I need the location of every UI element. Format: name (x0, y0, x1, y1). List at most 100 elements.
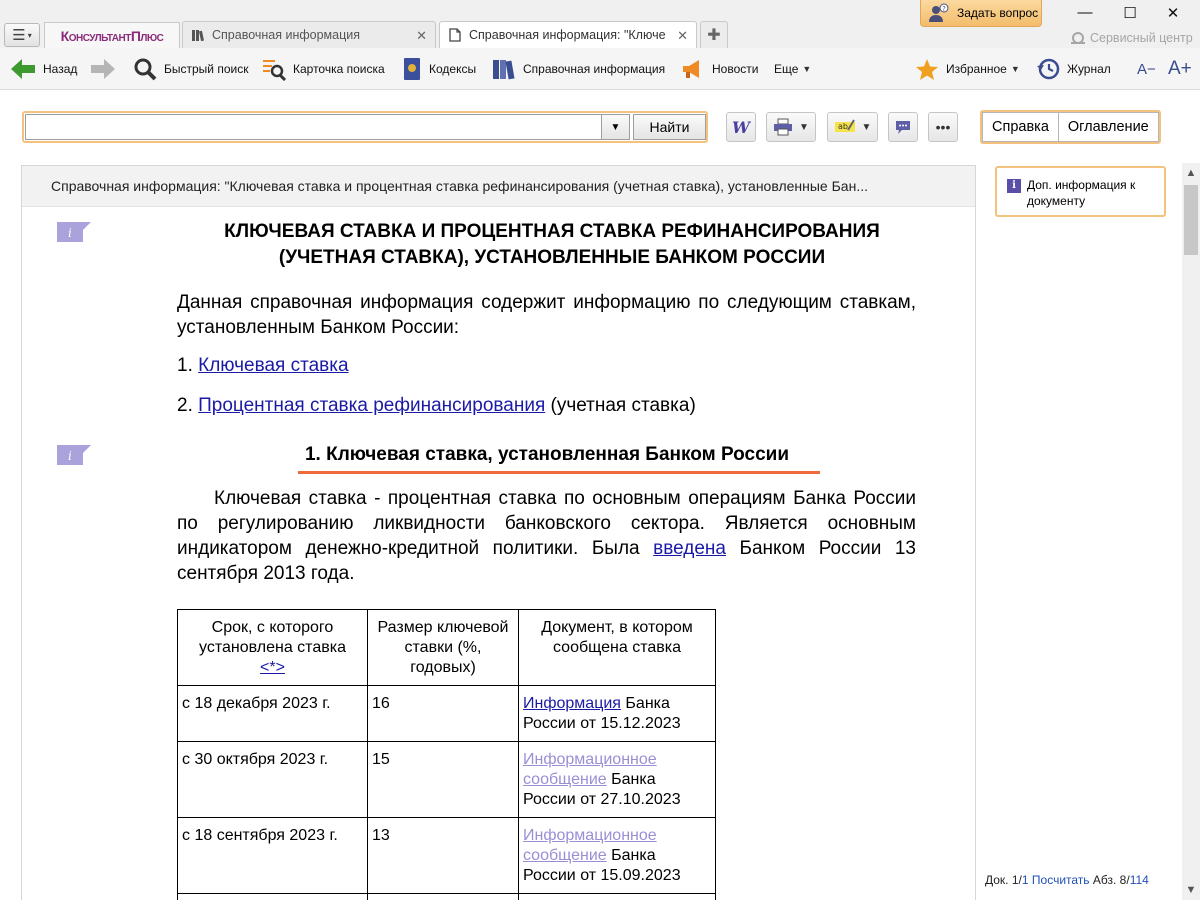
svg-text:ab: ab (838, 122, 848, 131)
document-title-line-2: (УЧЕТНАЯ СТАВКА), УСТАНОВЛЕННЫЕ БАНКОМ Р… (278, 247, 826, 268)
list-item: 2. Процентная ставка рефинансирования (у… (177, 393, 916, 418)
scroll-up-icon[interactable]: ▲ (1182, 163, 1200, 183)
list-number: 2. (177, 395, 193, 416)
list-number: 1. (177, 355, 193, 376)
search-card-label: Карточка поиска (293, 62, 385, 76)
more-label: Еще (774, 62, 799, 76)
more-actions-button[interactable]: ••• (928, 112, 958, 142)
word-icon: W (732, 119, 751, 135)
font-larger-button[interactable]: A+ (1168, 48, 1192, 90)
forward-button[interactable] (90, 48, 123, 90)
service-center-label: Сервисный центр (1090, 31, 1193, 45)
introduced-link[interactable]: введена (653, 538, 726, 559)
status-doc-total[interactable]: 1 (1022, 873, 1029, 887)
minimize-button[interactable]: — (1070, 4, 1100, 24)
tab-contents-label: Оглавление (1067, 119, 1149, 135)
back-button[interactable]: Назад (10, 48, 77, 90)
table-row: с 18 декабря 2023 г. 16 Информация Банка… (177, 685, 716, 742)
caret-down-icon: ▼ (610, 121, 621, 133)
scroll-down-icon[interactable]: ▼ (1182, 880, 1200, 900)
tab-document[interactable]: Справочная информация: "Ключевая ставка … (439, 21, 697, 48)
search-history-dropdown[interactable]: ▼ (602, 114, 630, 140)
tab-label: Справочная информация: "Ключевая ставка … (469, 28, 665, 42)
codes-button[interactable]: Кодексы (402, 48, 476, 90)
table-cell-date: с 30 октября 2023 г. (177, 741, 368, 818)
footnote-link[interactable]: <*> (260, 659, 285, 676)
document-header: Справочная информация: "Ключевая ставка … (22, 166, 975, 207)
key-rate-link[interactable]: Ключевая ставка (198, 355, 348, 376)
document-title: КЛЮЧЕВАЯ СТАВКА И ПРОЦЕНТНАЯ СТАВКА РЕФИ… (172, 219, 932, 271)
find-button[interactable]: Найти (633, 114, 706, 140)
additional-info-label: Доп. информация к документу (1027, 178, 1136, 208)
search-input[interactable] (25, 114, 602, 140)
table-cell-date: с 18 сентября 2023 г. (177, 817, 368, 894)
more-menu[interactable]: Еще ▼ (774, 48, 811, 90)
main-toolbar: Назад Быстрый поиск Карточка поиска Коде… (0, 48, 1200, 90)
key-rate-table: Срок, с которого установлена ставка <*> … (177, 609, 716, 900)
caret-down-icon: ▼ (799, 121, 809, 133)
print-button[interactable]: ▼ (766, 112, 816, 142)
tab-label: Справочная информация (212, 28, 361, 42)
quick-search-button[interactable]: Быстрый поиск (133, 48, 248, 90)
journal-button[interactable]: Журнал (1036, 48, 1111, 90)
count-link[interactable]: Посчитать (1032, 873, 1090, 887)
megaphone-icon (683, 60, 699, 78)
document-panel[interactable]: Справочная информация: "Ключевая ставка … (21, 165, 976, 900)
arrow-right-icon (91, 59, 115, 79)
table-cell-rate: 15 (367, 741, 519, 818)
main-menu-button[interactable]: ☰ ▾ (4, 23, 40, 47)
vertical-scrollbar[interactable]: ▲ ▼ (1182, 163, 1200, 900)
font-smaller-button[interactable]: A− (1137, 48, 1156, 90)
brand-tab[interactable]: КонсультантПлюс (44, 22, 180, 48)
minimize-icon: — (1077, 4, 1093, 21)
speech-bubble-icon (896, 121, 910, 134)
reference-label: Справочная информация (523, 62, 666, 76)
search-box: ▼ Найти (22, 111, 708, 143)
info-marker-icon[interactable]: i (57, 445, 91, 465)
find-label: Найти (649, 119, 690, 135)
list-item: 1. Ключевая ставка (177, 353, 916, 378)
search-card-button[interactable]: Карточка поиска (262, 48, 385, 90)
scroll-thumb[interactable] (1184, 185, 1198, 255)
table-header-row: Срок, с которого установлена ставка <*> … (177, 609, 716, 686)
status-bar: Док. 1/1 Посчитать Абз. 8/114 (985, 873, 1149, 887)
ask-question-label: Задать вопрос (957, 6, 1039, 20)
service-center-link[interactable]: Сервисный центр (1070, 31, 1193, 45)
export-word-button[interactable]: W (726, 112, 756, 142)
highlight-button[interactable]: ab ▼ (827, 112, 878, 142)
close-icon[interactable]: ✕ (677, 28, 688, 44)
back-label: Назад (43, 62, 78, 76)
status-para: Абз. 8/ (1092, 873, 1130, 887)
refinancing-rate-link[interactable]: Процентная ставка рефинансирования (198, 395, 545, 416)
tab-contents[interactable]: Оглавление (1058, 112, 1159, 142)
favorites-menu[interactable]: Избранное ▼ (915, 48, 1020, 90)
ask-question-button[interactable]: ? Задать вопрос (920, 0, 1042, 27)
header-document: Документ, в котором сообщена ставка (541, 619, 693, 656)
new-tab-button[interactable]: ✚ (700, 21, 728, 48)
additional-info-button[interactable]: i Доп. информация к документу (995, 166, 1166, 217)
close-icon[interactable]: ✕ (416, 28, 427, 44)
document-link[interactable]: Информация (523, 695, 621, 712)
tab-help[interactable]: Справка (982, 112, 1059, 142)
quick-search-label: Быстрый поиск (164, 62, 249, 76)
header-rate: Размер ключевой ставки (%, годовых) (377, 619, 509, 676)
list-item-rest: (учетная ставка) (545, 395, 696, 416)
comment-button[interactable] (888, 112, 918, 142)
maximize-button[interactable]: ☐ (1115, 4, 1145, 24)
books-icon (192, 30, 204, 42)
tab-reference[interactable]: Справочная информация ✕ (182, 21, 436, 48)
support-person-icon: ? (929, 3, 949, 22)
brand-logo: КонсультантПлюс (60, 27, 164, 44)
printer-icon (774, 118, 793, 136)
arrow-left-icon (11, 59, 35, 79)
info-marker-icon[interactable]: i (57, 222, 91, 242)
close-window-button[interactable]: ✕ (1158, 4, 1188, 24)
favorites-label: Избранное (946, 62, 1007, 76)
section-title-underline (298, 471, 820, 474)
document-icon (449, 28, 461, 42)
table-header-cell: Документ, в котором сообщена ставка (518, 609, 716, 686)
news-button[interactable]: Новости (681, 48, 758, 90)
status-doc: Док. 1/ (985, 873, 1022, 887)
title-bar: ☰ ▾ КонсультантПлюс Справочная информация… (0, 0, 1200, 48)
reference-button[interactable]: Справочная информация (492, 48, 665, 90)
